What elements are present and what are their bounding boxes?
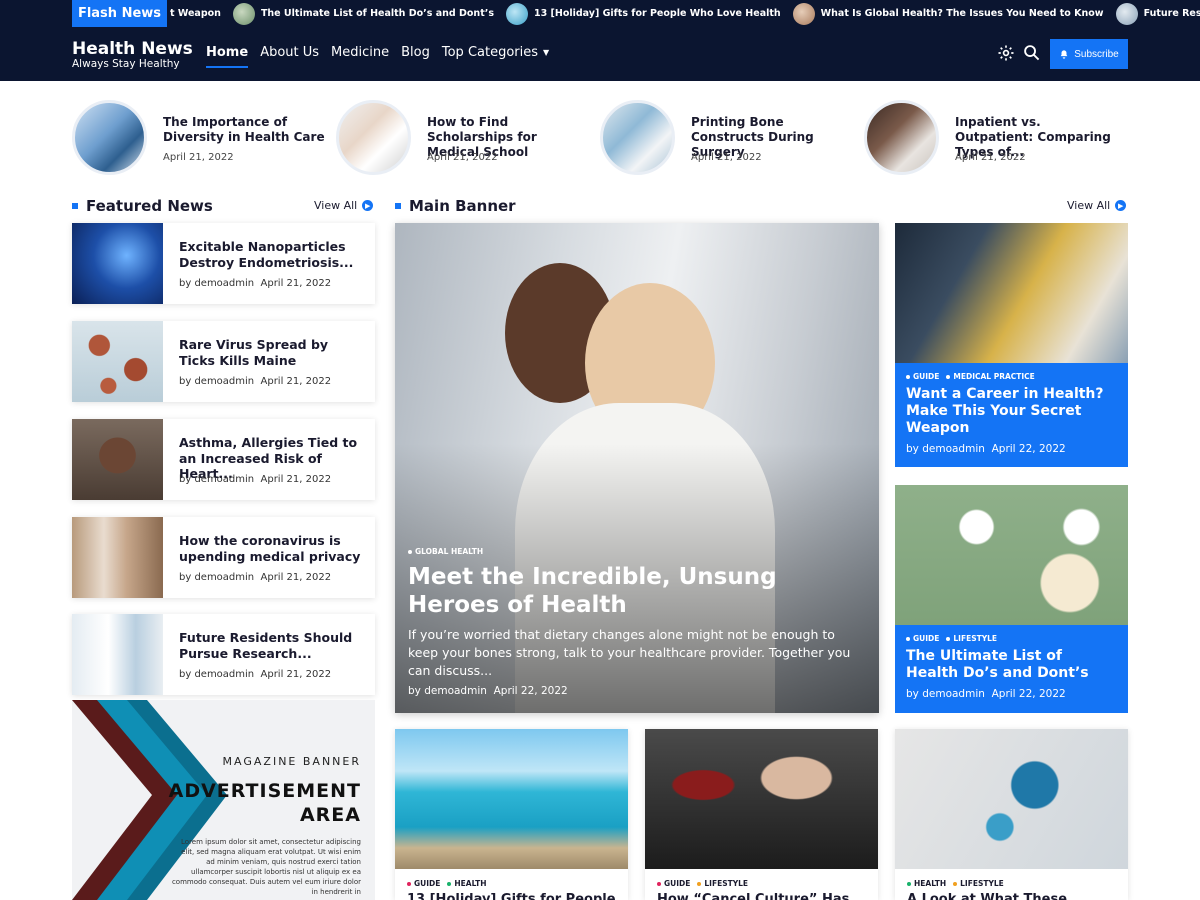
bottom-card-image xyxy=(645,729,878,869)
side-card-title[interactable]: The Ultimate List of Health Do’s and Don… xyxy=(906,648,1116,682)
featured-thumbnail xyxy=(72,419,163,500)
chevron-right-icon: ▶ xyxy=(362,200,374,211)
bell-icon xyxy=(1060,49,1068,59)
ad-body-text: Lorem ipsum dolor sit amet, consectetur … xyxy=(171,838,361,896)
ad-title-line1: ADVERTISEMENT xyxy=(168,780,361,802)
bottom-card[interactable]: GUIDE HEALTH 13 [Holiday] Gifts for Peopl… xyxy=(395,729,628,900)
main-banner-view-all-link[interactable]: View All ▶ xyxy=(1067,199,1127,212)
side-card-image xyxy=(895,485,1128,625)
side-card-title[interactable]: Want a Career in Health? Make This Your … xyxy=(906,386,1116,437)
ticker-item[interactable]: Future Residents Should Pur xyxy=(1115,2,1200,25)
subscribe-button[interactable]: Subscribe xyxy=(1050,39,1128,69)
nav-home[interactable]: Home xyxy=(206,45,249,68)
side-card[interactable]: GUIDE MEDICAL PRACTICE Want a Career in H… xyxy=(895,223,1128,467)
ticker-thumbnail xyxy=(232,2,255,25)
side-card-categories[interactable]: GUIDE MEDICAL PRACTICE xyxy=(906,372,1042,381)
bottom-card-categories[interactable]: HEALTH LIFESTYLE xyxy=(907,879,1011,888)
featured-meta: by demoadmin April 21, 2022 xyxy=(179,669,332,680)
side-card-body: GUIDE LIFESTYLE The Ultimate List of Heal… xyxy=(895,625,1128,713)
featured-item[interactable]: Asthma, Allergies Tied to an Increased R… xyxy=(72,419,375,500)
ticker-thumbnail xyxy=(792,2,815,25)
story-thumbnail xyxy=(864,100,939,175)
featured-title[interactable]: Rare Virus Spread by Ticks Kills Maine xyxy=(179,337,364,368)
featured-thumbnail xyxy=(72,517,163,598)
bottom-card-image xyxy=(395,729,628,869)
story-thumbnail xyxy=(336,100,411,175)
site-title[interactable]: Health News xyxy=(72,39,193,59)
story-thumbnail xyxy=(600,100,675,175)
top-story[interactable]: Inpatient vs. Outpatient: Comparing Type… xyxy=(864,100,1114,176)
site-tagline: Always Stay Healthy xyxy=(72,58,180,70)
top-story[interactable]: The Importance of Diversity in Health Ca… xyxy=(72,100,325,176)
bottom-card-title[interactable]: A Look at What These... xyxy=(907,892,1122,900)
bottom-card-title[interactable]: 13 [Holiday] Gifts for People... xyxy=(407,892,628,900)
featured-thumbnail xyxy=(72,223,163,304)
featured-item[interactable]: Rare Virus Spread by Ticks Kills Maine b… xyxy=(72,321,375,402)
bottom-card[interactable]: GUIDE LIFESTYLE How “Cancel Culture” Has.… xyxy=(645,729,878,900)
top-story[interactable]: Printing Bone Constructs During Surgery … xyxy=(600,100,850,176)
side-card-categories[interactable]: GUIDE LIFESTYLE xyxy=(906,634,1004,643)
ticker-thumbnail xyxy=(506,2,528,25)
featured-title[interactable]: How the coronavirus is upending medical … xyxy=(179,533,364,564)
side-card-meta: by demoadmin April 22, 2022 xyxy=(906,443,1066,455)
nav-about-us[interactable]: About Us xyxy=(260,45,319,60)
featured-meta: by demoadmin April 21, 2022 xyxy=(179,474,332,485)
bottom-card[interactable]: HEALTH LIFESTYLE A Look at What These... xyxy=(895,729,1128,900)
bottom-card-categories[interactable]: GUIDE LIFESTYLE xyxy=(657,879,755,888)
featured-thumbnail xyxy=(72,321,163,402)
main-banner-heading: Main Banner xyxy=(395,197,516,215)
search-icon[interactable] xyxy=(1023,44,1041,62)
ad-title-line2: AREA xyxy=(299,804,361,826)
featured-title[interactable]: Excitable Nanoparticles Destroy Endometr… xyxy=(179,239,364,270)
ticker-item[interactable]: The Ultimate List of Health Do’s and Don… xyxy=(232,2,494,25)
story-date: April 21, 2022 xyxy=(955,152,1026,163)
banner-category[interactable]: GLOBAL HEALTH xyxy=(408,547,483,556)
story-date: April 21, 2022 xyxy=(163,152,234,163)
featured-news-heading: Featured News xyxy=(72,197,213,215)
featured-meta: by demoadmin April 21, 2022 xyxy=(179,376,332,387)
featured-item[interactable]: Future Residents Should Pursue Research.… xyxy=(72,614,375,695)
featured-meta: by demoadmin April 21, 2022 xyxy=(179,278,332,289)
featured-meta: by demoadmin April 21, 2022 xyxy=(179,572,332,583)
chevron-down-icon: ▼ xyxy=(543,48,550,57)
advertisement-banner[interactable]: MAGAZINE BANNER ADVERTISEMENT AREA Lorem… xyxy=(72,700,375,900)
ticker-item[interactable]: What Is Global Health? The Issues You Ne… xyxy=(792,2,1104,25)
chevron-right-icon: ▶ xyxy=(1115,200,1127,211)
featured-title[interactable]: Future Residents Should Pursue Research.… xyxy=(179,630,364,661)
top-story[interactable]: How to Find Scholarships for Medical Sch… xyxy=(336,100,586,176)
story-thumbnail xyxy=(72,100,147,175)
ad-subtitle: MAGAZINE BANNER xyxy=(222,755,361,768)
bottom-card-title[interactable]: How “Cancel Culture” Has... xyxy=(657,892,872,900)
ticker-item[interactable]: 13 [Holiday] Gifts for People Who Love H… xyxy=(506,2,781,25)
story-title[interactable]: The Importance of Diversity in Health Ca… xyxy=(163,115,328,145)
news-ticker: t Weapon The Ultimate List of Health Do’… xyxy=(170,0,1200,27)
nav-blog[interactable]: Blog xyxy=(401,45,430,60)
featured-item[interactable]: Excitable Nanoparticles Destroy Endometr… xyxy=(72,223,375,304)
side-card[interactable]: GUIDE LIFESTYLE The Ultimate List of Heal… xyxy=(895,485,1128,713)
main-nav: Home About Us Medicine Blog Top Categori… xyxy=(206,45,561,68)
ticker-thumbnail xyxy=(1115,2,1138,25)
featured-view-all-link[interactable]: View All ▶ xyxy=(314,199,374,212)
flash-news-label: Flash News xyxy=(72,0,167,27)
side-card-body: GUIDE MEDICAL PRACTICE Want a Career in H… xyxy=(895,363,1128,467)
nav-top-categories[interactable]: Top Categories ▼ xyxy=(442,45,549,60)
bottom-card-categories[interactable]: GUIDE HEALTH xyxy=(407,879,494,888)
banner-excerpt: If you’re worried that dietary changes a… xyxy=(408,627,851,678)
featured-thumbnail xyxy=(72,614,163,695)
banner-meta: by demoadmin April 22, 2022 xyxy=(408,685,568,697)
bottom-card-image xyxy=(895,729,1128,869)
side-card-image xyxy=(895,223,1128,363)
nav-medicine[interactable]: Medicine xyxy=(331,45,389,60)
site-header: Health News Always Stay Healthy Home Abo… xyxy=(0,27,1200,81)
side-card-meta: by demoadmin April 22, 2022 xyxy=(906,688,1066,700)
story-date: April 21, 2022 xyxy=(691,152,762,163)
ticker-item[interactable]: t Weapon xyxy=(170,8,221,19)
flash-news-bar: Flash News t Weapon The Ultimate List of… xyxy=(0,0,1200,27)
gear-icon[interactable] xyxy=(997,44,1015,62)
featured-item[interactable]: How the coronavirus is upending medical … xyxy=(72,517,375,598)
story-date: April 21, 2022 xyxy=(427,152,498,163)
banner-title[interactable]: Meet the Incredible, Unsung Heroes of He… xyxy=(408,563,858,619)
